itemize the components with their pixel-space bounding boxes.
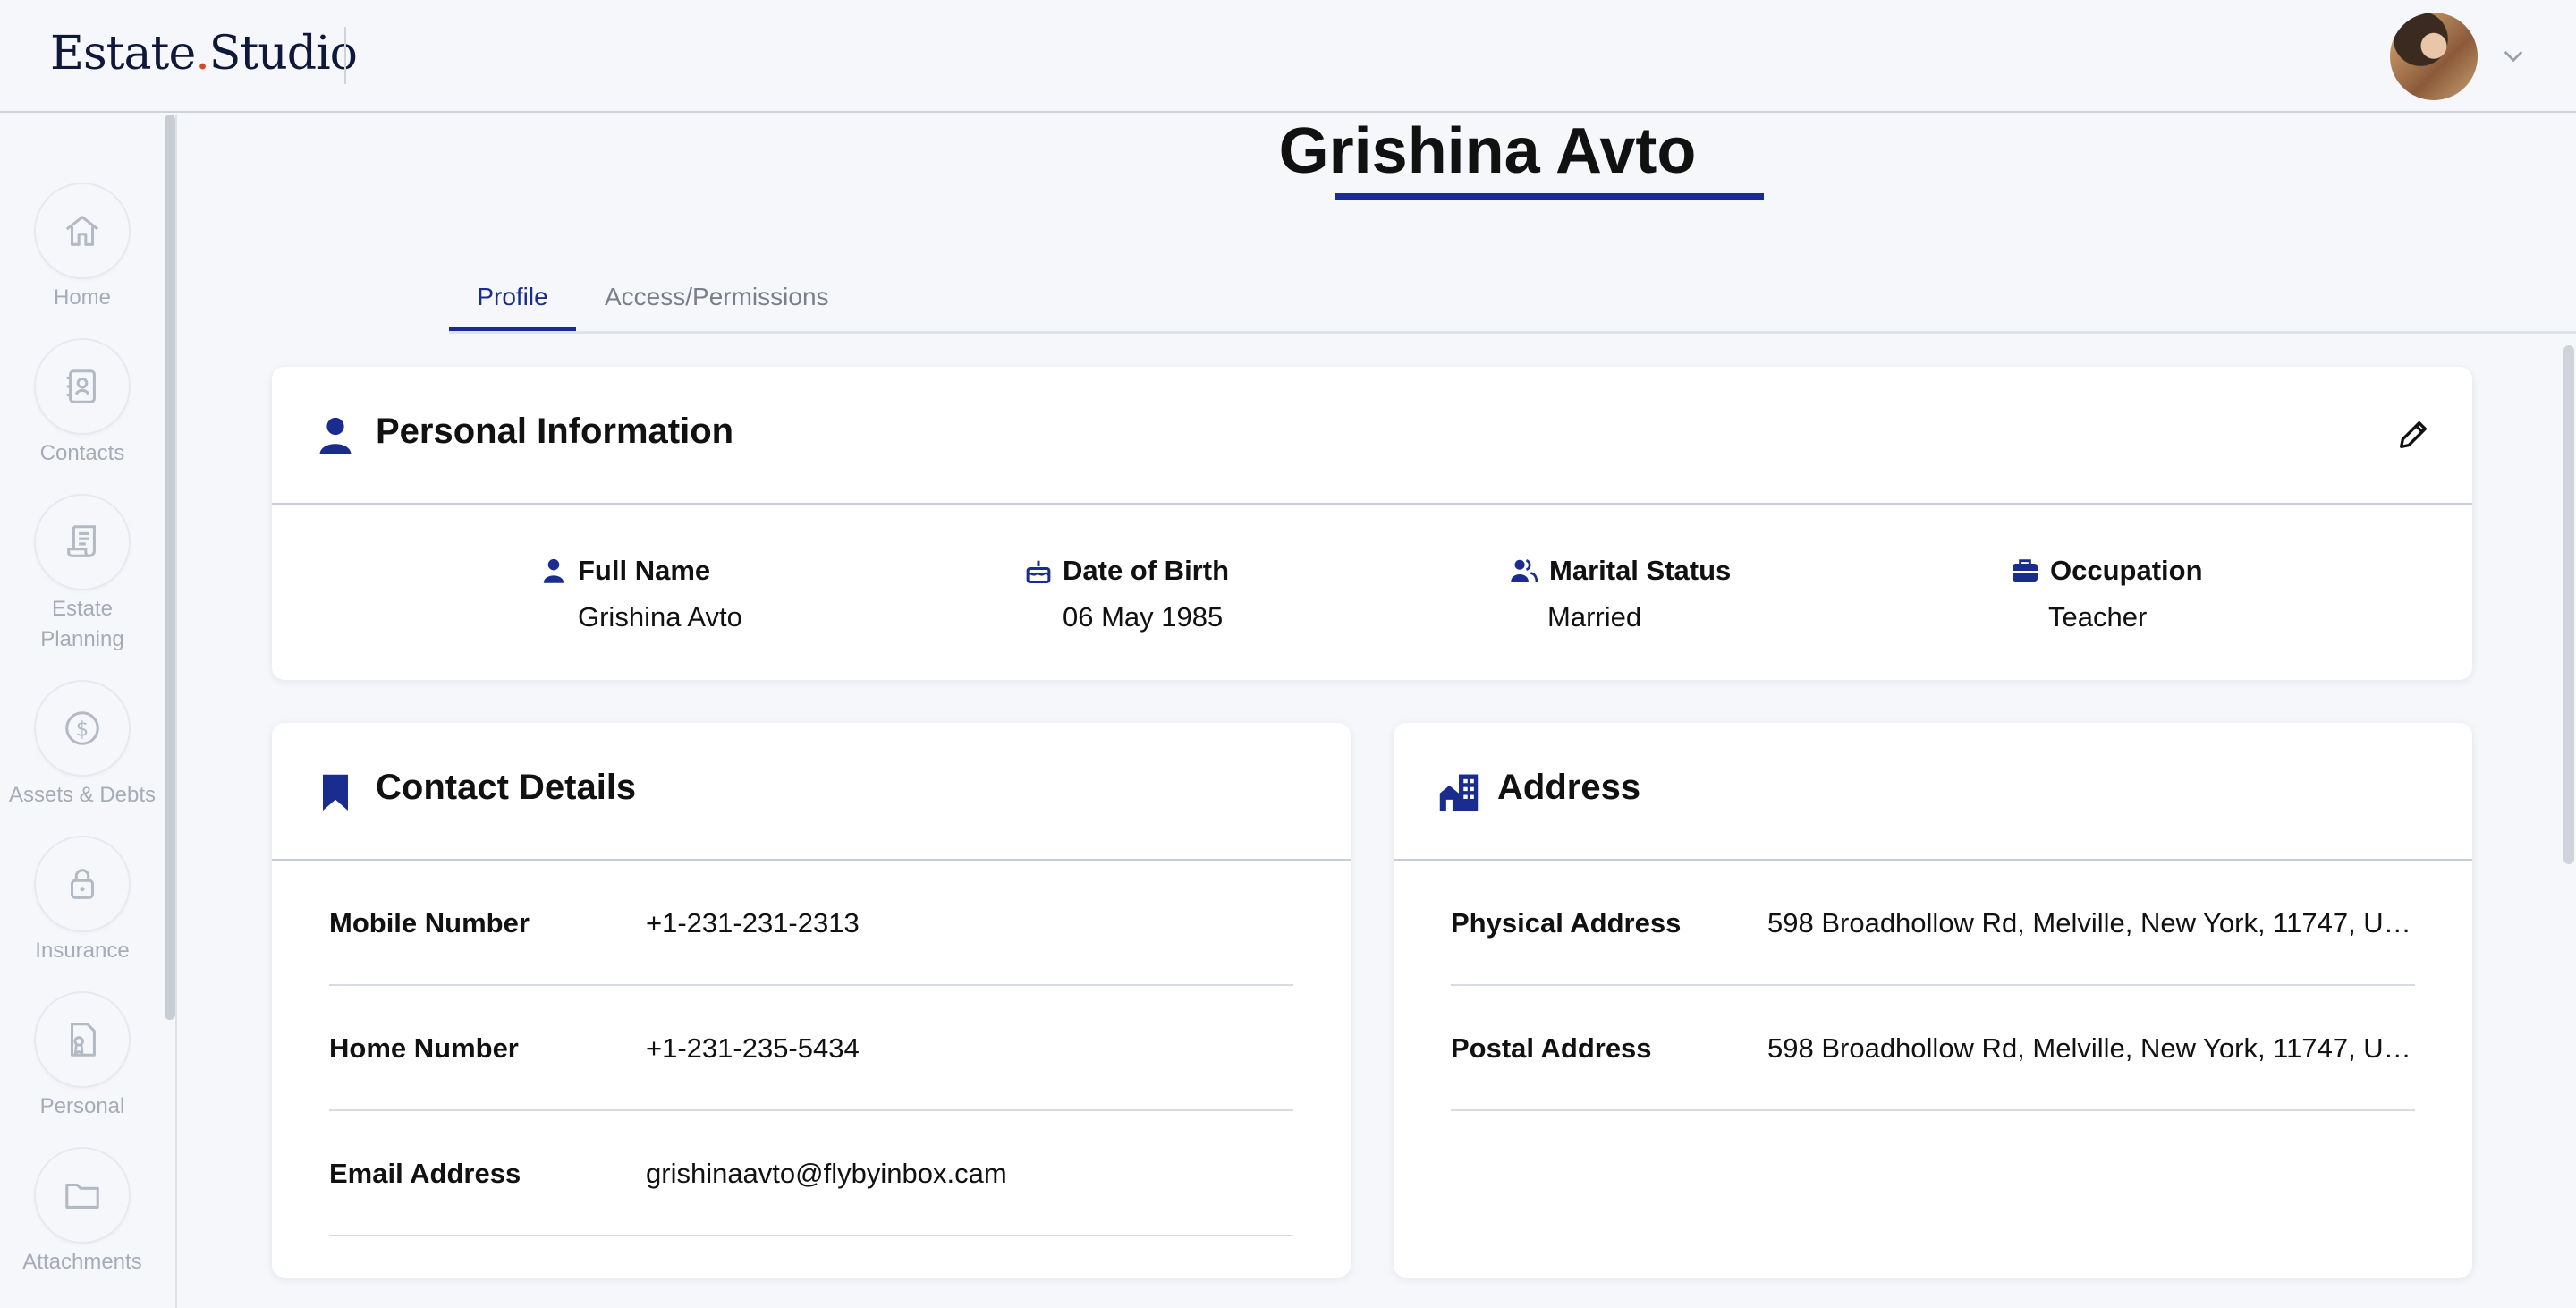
contact-details-card: Contact Details Mobile Number +1-231-231… [272,723,1351,1278]
email-address-value: grishinaavto@flybyinbox.cam [646,1158,1007,1189]
date-of-birth-field: Date of Birth 06 May 1985 [1025,555,1229,633]
sidebar-item-label: Estate Planning [40,597,124,651]
sidebar-assets-debts-button[interactable]: $ [36,682,129,775]
logo-text-estate: Estate [50,27,196,81]
briefcase-icon [2012,559,2038,582]
top-bar: Estate.Studio [0,0,2576,113]
postal-address-value: 598 Broadhollow Rd, Melville, New York, … [1767,1032,2415,1064]
person-icon [543,558,564,583]
sidebar-estate-planning-button[interactable] [36,496,129,589]
sidebar-item-label: Insurance [35,939,130,963]
bookmark-icon [323,774,348,811]
full-name-value: Grishina Avto [578,601,742,633]
full-name-label: Full Name [578,555,711,586]
svg-text:$: $ [76,718,89,742]
logo-text-studio: Studio [208,27,358,81]
dollar-icon: $ [65,711,99,745]
card-header: Personal Information [272,367,2472,505]
sidebar-insurance-button[interactable] [36,837,129,930]
sidebar-item-label: Attachments [22,1250,142,1274]
tab-access-permissions[interactable]: Access/Permissions [605,268,829,331]
logo-dot: . [195,27,210,81]
date-of-birth-label: Date of Birth [1063,555,1229,586]
sidebar-item-label: Assets & Debts [8,783,157,807]
main-content: Grishina Avto Profile Access/Permissions… [177,115,2576,1308]
sidebar-scrollbar[interactable] [165,115,175,1020]
logo[interactable]: Estate.Studio [50,27,358,81]
sidebar-contacts-button[interactable] [36,340,129,433]
sidebar-personal-button[interactable] [36,993,129,1086]
title-underline [1335,193,1764,200]
edit-pencil-icon[interactable] [2395,417,2431,453]
occupation-field: Occupation Teacher [2011,555,2203,633]
address-card: Address Physical Address 598 Broadhollow… [1394,723,2472,1278]
card-title: Personal Information [376,412,734,451]
full-name-field: Full Name Grishina Avto [540,555,742,633]
sidebar-home-button[interactable] [36,184,129,277]
sidebar-item-attachments[interactable]: Attachments [0,1149,165,1278]
sidebar-item-label: Personal [39,1094,125,1118]
user-avatar[interactable] [2390,13,2478,100]
mobile-number-label: Mobile Number [329,907,530,939]
postal-address-label: Postal Address [1451,1032,1652,1064]
card-title: Address [1497,768,1641,807]
chevron-down-icon[interactable] [2499,41,2528,70]
folder-icon [65,1183,99,1209]
personal-document-icon [70,1023,96,1057]
sidebar-item-personal[interactable]: Personal [0,993,165,1122]
card-header: Contact Details [272,723,1351,861]
home-icon [65,216,99,246]
user-icon [319,417,352,454]
sidebar-item-label: Contacts [39,441,125,465]
sidebar-item-label: Home [53,285,112,310]
mobile-number-value: +1-231-231-2313 [646,907,860,939]
occupation-value: Teacher [2048,601,2148,633]
occupation-label: Occupation [2050,555,2203,586]
city-building-icon [1439,774,1479,811]
contact-row-mobile: Mobile Number +1-231-231-2313 [329,859,1293,986]
marital-status-label-row: Marital Status [1510,555,1731,587]
contacts-icon [66,369,96,403]
address-row-physical: Physical Address 598 Broadhollow Rd, Mel… [1451,859,2415,986]
physical-address-value: 598 Broadhollow Rd, Melville, New York, … [1767,907,2415,939]
sidebar-attachments-button[interactable] [36,1149,129,1242]
sidebar-item-home[interactable]: Home [0,184,165,313]
page-scrollbar[interactable] [2563,345,2574,864]
date-of-birth-label-row: Date of Birth [1025,555,1229,587]
people-icon [1511,559,1538,582]
marital-status-value: Married [1547,601,1642,633]
logo-divider [344,27,346,84]
home-number-value: +1-231-235-5434 [646,1032,860,1064]
physical-address-label: Physical Address [1451,907,1682,939]
sidebar-item-estate-planning[interactable]: Estate Planning [0,496,165,655]
marital-status-field: Marital Status Married [1510,555,1731,633]
card-header: Address [1394,723,2472,861]
marital-status-label: Marital Status [1549,555,1732,586]
sidebar-item-assets-debts[interactable]: $ Assets & Debts [0,682,165,811]
tab-bar: Profile Access/Permissions [449,268,2576,334]
tab-profile[interactable]: Profile [449,268,576,331]
full-name-label-row: Full Name [540,555,742,587]
lock-icon [70,869,95,899]
occupation-label-row: Occupation [2011,555,2203,587]
sidebar-item-insurance[interactable]: Insurance [0,837,165,966]
home-number-label: Home Number [329,1032,519,1064]
page-title: Grishina Avto [1278,115,1697,187]
contact-row-email: Email Address grishinaavto@flybyinbox.ca… [329,1109,1293,1236]
address-row-postal: Postal Address 598 Broadhollow Rd, Melvi… [1451,984,2415,1111]
contact-row-home: Home Number +1-231-235-5434 [329,984,1293,1111]
cake-icon [1026,560,1051,583]
date-of-birth-value: 06 May 1985 [1063,601,1224,633]
sidebar-item-contacts[interactable]: Contacts [0,340,165,469]
estate-planning-icon [67,525,96,557]
email-address-label: Email Address [329,1158,521,1189]
personal-information-card: Personal Information Full Name Grishina … [272,367,2472,680]
card-title: Contact Details [376,768,637,807]
